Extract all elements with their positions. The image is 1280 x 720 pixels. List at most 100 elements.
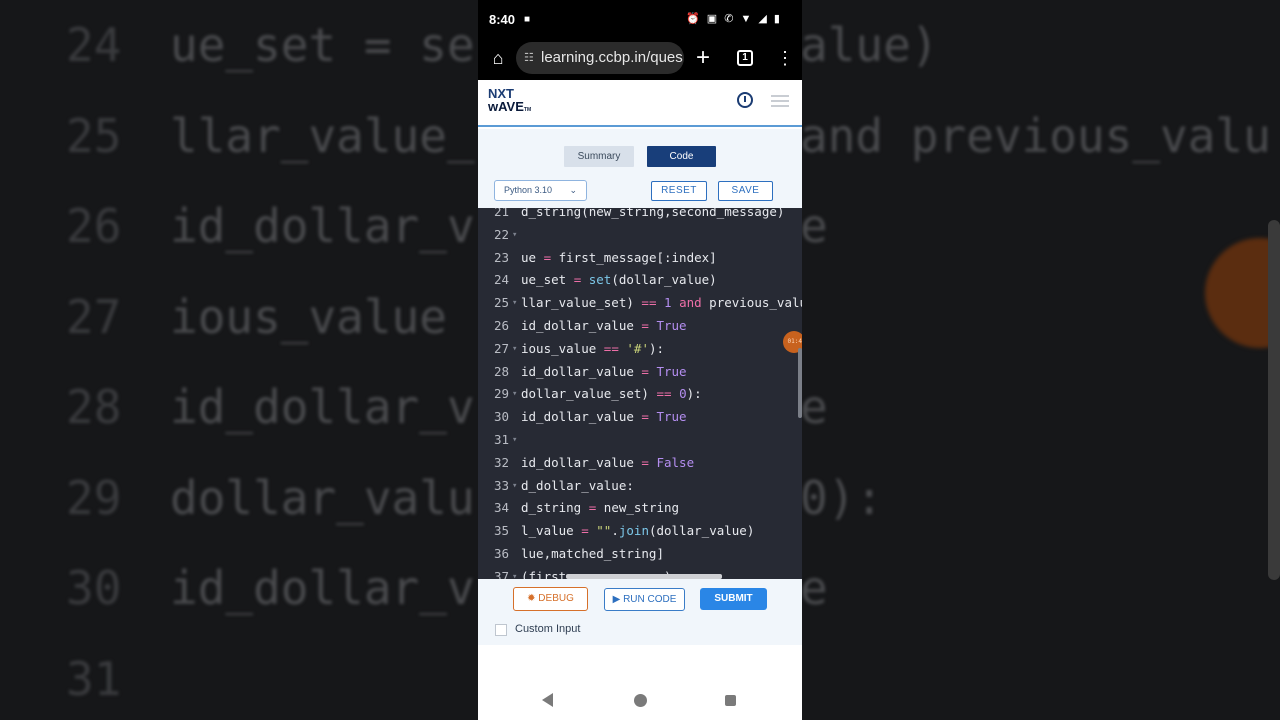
line-number: 24: [493, 272, 509, 288]
nxtwave-logo[interactable]: NXT wAVETM: [488, 87, 531, 117]
code-text: d_dollar_value:: [521, 477, 634, 493]
chevron-down-icon: ⌄: [569, 185, 577, 195]
background-line-number: 25: [66, 108, 122, 163]
code-text: llar_value_set) == 1 and previous_value: [521, 295, 802, 311]
code-line[interactable]: 31 ▾: [478, 429, 802, 452]
phone-screen: 8:40 ■ ⏰ ▣ ✆ ▼ ◢ ▮ ⌂ ☷ learning.ccbp.in/…: [478, 0, 802, 720]
background-code-left: ious_value: [170, 289, 447, 344]
line-number: 21: [493, 208, 509, 219]
line-number: 29: [493, 386, 509, 402]
code-line[interactable]: 26 id_dollar_value = True: [478, 315, 802, 338]
fold-caret-icon[interactable]: ▾: [512, 475, 517, 498]
hamburger-menu-icon[interactable]: [771, 95, 789, 107]
code-line[interactable]: 21 d_string(new_string,second_message): [478, 208, 802, 224]
play-icon: ▶: [612, 594, 624, 605]
fold-caret-icon[interactable]: ▾: [512, 224, 517, 247]
code-text: ue_set = set(dollar_value): [521, 272, 717, 288]
tab-code[interactable]: Code: [647, 146, 716, 167]
reset-button[interactable]: RESET: [651, 181, 707, 201]
fold-caret-icon[interactable]: ▾: [512, 292, 517, 315]
fold-caret-icon[interactable]: ▾: [512, 429, 517, 452]
tab-switcher-button[interactable]: 1: [737, 50, 753, 66]
background-code-left: dollar_valu: [170, 470, 475, 525]
code-text: id_dollar_value = True: [521, 318, 687, 333]
code-text: ue = first_message[:index]: [521, 249, 717, 265]
code-line[interactable]: 23 ue = first_message[:index]: [478, 247, 802, 270]
line-number: 32: [493, 454, 509, 470]
submit-button[interactable]: SUBMIT: [700, 588, 767, 610]
custom-input-label: Custom Input: [515, 623, 581, 635]
background-line-number: 29: [66, 470, 122, 525]
code-text: lue,matched_string]: [521, 546, 664, 561]
code-line[interactable]: 28 id_dollar_value = True: [478, 361, 802, 384]
debug-button[interactable]: ✹ DEBUG: [513, 587, 588, 611]
code-line[interactable]: 22 ▾: [478, 224, 802, 247]
line-number: 25: [493, 295, 509, 311]
line-number: 36: [493, 546, 509, 561]
code-line[interactable]: 25 ▾ llar_value_set) == 1 and previous_val…: [478, 292, 802, 315]
run-code-button[interactable]: ▶ RUN CODE: [604, 588, 685, 611]
code-line[interactable]: 32 id_dollar_value = False: [478, 452, 802, 475]
background-code-left: id_dollar_v: [170, 199, 475, 253]
background-code-right: alue): [800, 18, 939, 72]
language-select[interactable]: Python 3.10 ⌄: [494, 180, 587, 201]
back-icon[interactable]: [542, 693, 553, 707]
timer-icon[interactable]: [737, 92, 753, 108]
site-settings-icon[interactable]: ☷: [524, 42, 534, 74]
more-menu-icon[interactable]: ⋮: [776, 46, 794, 70]
home-circle-icon[interactable]: [634, 694, 647, 707]
code-text: ious_value == '#'):: [521, 340, 665, 356]
address-bar[interactable]: ☷ learning.ccbp.in/ques: [516, 42, 684, 74]
background-line-number: 30: [66, 561, 122, 615]
app-header: NXT wAVETM: [478, 80, 802, 127]
background-line-number: 24: [66, 18, 122, 72]
save-button[interactable]: SAVE: [718, 181, 773, 201]
line-number: 34: [493, 500, 509, 516]
code-line[interactable]: 33 ▾ d_dollar_value:: [478, 475, 802, 498]
custom-input-checkbox[interactable]: [495, 624, 507, 636]
tab-summary[interactable]: Summary: [564, 146, 634, 167]
code-line[interactable]: 24 ue_set = set(dollar_value): [478, 269, 802, 292]
action-bar: ✹ DEBUG ▶ RUN CODE SUBMIT Custom Input: [478, 579, 802, 645]
home-icon[interactable]: ⌂: [487, 47, 509, 69]
code-text: d_string(new_string,second_message): [521, 208, 785, 219]
background-code-left: ue_set = se: [170, 18, 475, 72]
code-line[interactable]: 30 id_dollar_value = True: [478, 406, 802, 429]
new-tab-icon[interactable]: +: [696, 44, 710, 72]
background-line-number: 27: [66, 289, 122, 344]
line-number: 37: [493, 568, 509, 579]
background-line-number: 26: [66, 199, 122, 253]
background-code-left: llar_value_: [170, 108, 475, 163]
video-camera-icon: ■: [524, 14, 531, 25]
background-line-number: 31: [66, 651, 122, 706]
background-scrollbar: [1268, 220, 1280, 580]
code-text: d_string = new_string: [521, 500, 680, 516]
bug-icon: ✹: [527, 593, 539, 604]
recent-apps-icon[interactable]: [725, 695, 736, 706]
line-number: 28: [493, 363, 509, 379]
code-line[interactable]: 35 l_value = "".join(dollar_value): [478, 520, 802, 543]
line-number: 35: [493, 523, 509, 539]
code-line[interactable]: 27 ▾ ious_value == '#'):: [478, 338, 802, 361]
background-code-right: e: [800, 561, 828, 615]
background-code-right: 0):: [800, 470, 884, 525]
line-number: 26: [493, 318, 509, 333]
code-line[interactable]: 36 lue,matched_string]: [478, 543, 802, 566]
background-code-right: e: [800, 199, 828, 253]
background-code-left: id_dollar_v: [170, 561, 475, 615]
line-number: 22: [493, 226, 509, 242]
language-value: Python 3.10: [504, 185, 553, 195]
background-code-right: and previous_valu: [800, 108, 1271, 163]
code-text: l_value = "".join(dollar_value): [521, 523, 755, 539]
code-editor[interactable]: 21 d_string(new_string,second_message) 22 ▾…: [478, 208, 802, 579]
fold-caret-icon[interactable]: ▾: [512, 383, 517, 406]
fold-caret-icon[interactable]: ▾: [512, 566, 517, 579]
status-icons: ⏰ ▣ ✆ ▼ ◢ ▮: [686, 13, 782, 25]
code-line[interactable]: 34 d_string = new_string: [478, 497, 802, 520]
logo-line2: wAVETM: [488, 99, 532, 114]
fold-caret-icon[interactable]: ▾: [512, 338, 517, 361]
editor-scrollbar[interactable]: [798, 348, 802, 418]
browser-toolbar: ⌂ ☷ learning.ccbp.in/ques + 1 ⋮: [478, 38, 802, 80]
code-line[interactable]: 29 ▾ dollar_value_set) == 0):: [478, 383, 802, 406]
line-number: 33: [493, 477, 509, 493]
